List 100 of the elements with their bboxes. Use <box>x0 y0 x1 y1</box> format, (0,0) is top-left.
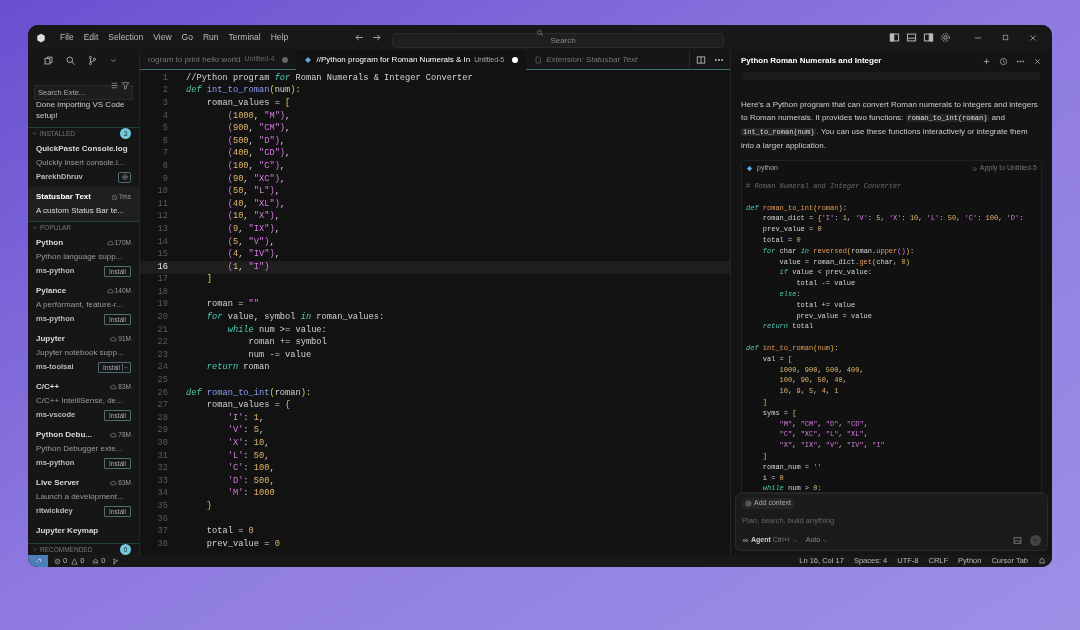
notification-icon[interactable] <box>1038 557 1046 565</box>
extension-description: Launch a development... <box>36 491 125 503</box>
close-icon[interactable] <box>1028 32 1038 43</box>
line-number: 13 <box>156 222 169 236</box>
line-number: 6 <box>161 134 169 148</box>
search-icon[interactable] <box>65 54 76 66</box>
plus-icon[interactable] <box>982 56 991 66</box>
line-number: 23 <box>156 348 169 362</box>
code-line: prev_value = 0 <box>205 537 280 551</box>
forward-arrow-icon[interactable] <box>371 32 383 43</box>
extension-name[interactable]: C/C++ <box>36 380 60 394</box>
extension-name[interactable]: QuickPaste Console.log <box>36 142 128 156</box>
line-number: 10 <box>156 185 169 199</box>
remote-button[interactable] <box>28 555 48 567</box>
line-number: 2 <box>161 84 169 98</box>
toggle-secondary-sidebar-icon[interactable] <box>923 32 934 43</box>
line-number: 1 <box>161 71 169 85</box>
editor-tab[interactable]: Extension: Statusbar Text <box>526 50 646 69</box>
extension-name[interactable]: Live Server <box>36 476 80 490</box>
extension-description: A custom Status Bar te... <box>36 205 126 217</box>
code-line: roman = "" <box>205 298 259 312</box>
line-number: 22 <box>156 336 169 350</box>
back-arrow-icon[interactable] <box>354 32 366 43</box>
code-line: (500, "D"), <box>226 134 286 148</box>
menu-item[interactable]: File <box>56 31 78 44</box>
settings-icon[interactable] <box>940 32 951 43</box>
line-number: 15 <box>156 248 169 262</box>
code-line: 'L': 50, <box>226 449 270 463</box>
code-line: num -= value <box>247 348 312 362</box>
source-control-icon[interactable] <box>87 54 98 66</box>
close-icon[interactable] <box>1033 56 1042 66</box>
remote-icon <box>34 557 42 565</box>
line-number: 29 <box>156 424 169 438</box>
line-number: 12 <box>156 210 169 224</box>
menu-item[interactable]: Edit <box>79 31 103 44</box>
image-icon[interactable] <box>1013 536 1022 545</box>
ports-icon <box>92 557 100 565</box>
line-number: 37 <box>156 525 169 539</box>
code-line: roman_values = { <box>205 399 291 413</box>
maximize-icon[interactable] <box>1001 33 1010 42</box>
code-line: 'V': 5, <box>226 424 265 438</box>
cloud-icon <box>110 335 118 343</box>
extension-name[interactable]: Python Debu... <box>36 428 92 442</box>
menu-item[interactable]: Terminal <box>224 31 265 44</box>
code-line: 'C': 100, <box>226 462 275 476</box>
line-number: 11 <box>156 197 169 211</box>
line-number: 17 <box>156 273 169 287</box>
gear-icon <box>120 173 129 181</box>
code-line: (900, "CM"), <box>226 122 291 136</box>
list-filter-icon[interactable] <box>110 81 119 90</box>
menu-item[interactable]: Go <box>177 31 197 44</box>
line-number: 32 <box>156 462 169 476</box>
manage-button[interactable] <box>118 171 131 183</box>
code-line: } <box>205 499 213 513</box>
toggle-panel-icon[interactable] <box>906 32 917 43</box>
code-line: (50, "L"), <box>226 185 280 199</box>
line-number: 26 <box>156 386 169 400</box>
cloud-icon <box>106 239 114 247</box>
code-line: def int_to_roman(num): <box>186 84 301 98</box>
infinity-icon <box>742 537 749 544</box>
extension-name[interactable]: Python <box>36 236 64 250</box>
explorer-icon[interactable] <box>43 54 54 66</box>
line-number: 24 <box>156 361 169 375</box>
menu-item[interactable]: Run <box>198 31 223 44</box>
extension-name[interactable]: Jupyter Keymap <box>36 524 99 538</box>
notice-text: Done importing VS Code setup! <box>35 99 126 121</box>
filter-icon[interactable] <box>121 81 130 90</box>
line-number: 7 <box>161 147 169 161</box>
extension-description: Jupyter notebook supp... <box>36 347 125 359</box>
chat-title: Python Roman Numerals and Integer <box>741 55 882 67</box>
menu-item[interactable]: View <box>149 31 176 44</box>
menu-item[interactable]: Help <box>266 31 293 44</box>
command-search-field[interactable]: Search <box>392 32 725 48</box>
history-icon[interactable] <box>999 56 1008 66</box>
line-number: 35 <box>156 499 169 513</box>
line-number: 25 <box>156 374 169 388</box>
toggle-sidebar-icon[interactable] <box>889 32 900 43</box>
code-line: (400, "CD"), <box>226 147 291 161</box>
extension-name[interactable]: Jupyter <box>36 332 65 346</box>
extension-name[interactable]: Statusbar Text <box>36 190 91 204</box>
code-line: for value, symbol in roman_values: <box>205 311 385 325</box>
code-line: (9, "IX"), <box>226 222 280 236</box>
split-editor-icon[interactable] <box>696 54 706 65</box>
document-icon <box>534 55 543 64</box>
diamond-icon <box>304 56 313 64</box>
chevron-down-icon <box>31 130 38 137</box>
menu-item[interactable]: Selection <box>104 31 148 44</box>
line-number: 34 <box>156 487 169 501</box>
code-line: 'D': 500, <box>226 474 275 488</box>
warning-icon <box>71 557 79 565</box>
code-line: ] <box>205 273 213 287</box>
line-number: 9 <box>161 172 169 186</box>
cloud-icon <box>110 479 118 487</box>
line-number: 5 <box>161 122 169 136</box>
extension-name[interactable]: Pylance <box>36 284 67 298</box>
caret-icon <box>122 363 129 371</box>
code-line: (5, "V"), <box>226 235 275 249</box>
app-logo-icon <box>36 32 46 43</box>
cloud-icon <box>110 383 118 391</box>
line-number: 14 <box>156 235 169 249</box>
